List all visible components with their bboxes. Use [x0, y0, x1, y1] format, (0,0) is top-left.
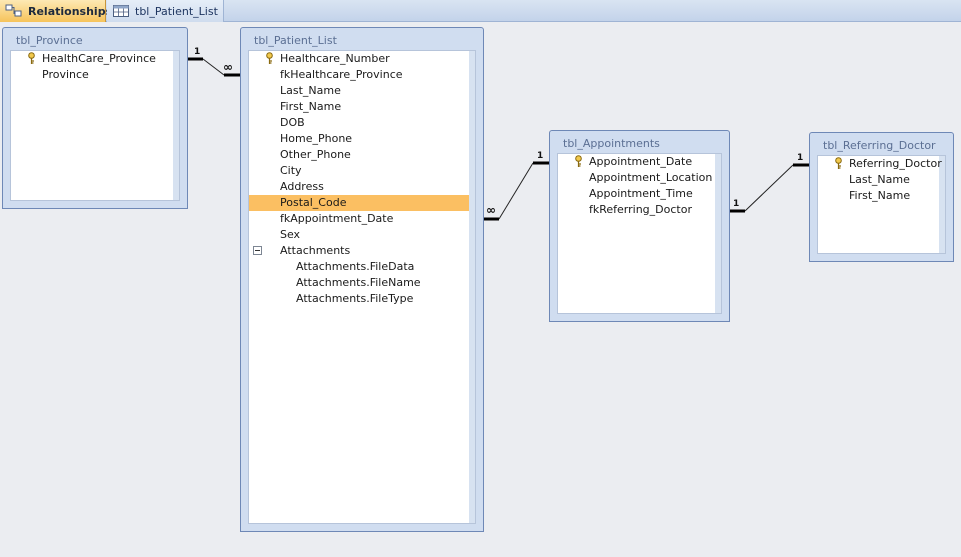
primary-key-icon — [835, 157, 842, 169]
table-icon — [113, 5, 129, 17]
table-title[interactable]: tbl_Patient_List — [246, 28, 478, 50]
field-list[interactable]: Appointment_Date Appointment_Location Ap… — [557, 153, 722, 314]
document-tab-bar: Relationships tbl_Patient_List — [0, 0, 961, 22]
cardinality-label: 1 — [194, 47, 201, 57]
cardinality-label: 1 — [797, 153, 804, 163]
field-row-attachments[interactable]: Attachments — [249, 243, 475, 259]
cardinality-label: ∞ — [223, 60, 233, 74]
field-row[interactable]: fkHealthcare_Province — [249, 67, 475, 83]
field-row[interactable]: fkAppointment_Date — [249, 211, 475, 227]
field-row-subfield[interactable]: Attachments.FileData — [249, 259, 475, 275]
field-row[interactable]: Last_Name — [249, 83, 475, 99]
field-row[interactable]: Sex — [249, 227, 475, 243]
table-window-province[interactable]: tbl_Province HealthCare_Province Provinc… — [2, 27, 188, 209]
field-row[interactable]: Healthcare_Number — [249, 51, 475, 67]
table-title[interactable]: tbl_Province — [8, 28, 182, 50]
field-row[interactable]: City — [249, 163, 475, 179]
field-row[interactable]: Other_Phone — [249, 147, 475, 163]
field-row[interactable]: Home_Phone — [249, 131, 475, 147]
field-row-selected[interactable]: Postal_Code — [249, 195, 469, 211]
field-row-subfield[interactable]: Attachments.FileName — [249, 275, 475, 291]
tab-tbl-patient-list[interactable]: tbl_Patient_List — [107, 0, 224, 22]
tab-tbl-patient-list-label: tbl_Patient_List — [135, 4, 218, 18]
field-row[interactable]: Appointment_Location — [558, 170, 721, 186]
field-list[interactable]: Healthcare_Number fkHealthcare_Province … — [248, 50, 476, 524]
table-window-referring-doctor[interactable]: tbl_Referring_Doctor Referring_Doctor La… — [809, 132, 954, 262]
field-list[interactable]: HealthCare_Province Province — [10, 50, 180, 201]
field-row[interactable]: Appointment_Time — [558, 186, 721, 202]
field-row[interactable]: fkReferring_Doctor — [558, 202, 721, 218]
cardinality-label: ∞ — [486, 203, 496, 217]
table-title[interactable]: tbl_Referring_Doctor — [815, 133, 948, 155]
cardinality-label: 1 — [733, 199, 740, 209]
field-row[interactable]: Appointment_Date — [558, 154, 721, 170]
field-row[interactable]: First_Name — [818, 188, 945, 204]
table-title[interactable]: tbl_Appointments — [555, 131, 724, 153]
field-row[interactable]: DOB — [249, 115, 475, 131]
field-list[interactable]: Referring_Doctor Last_Name First_Name — [817, 155, 946, 254]
primary-key-icon — [266, 52, 273, 64]
field-row[interactable]: Referring_Doctor — [818, 156, 945, 172]
relationships-icon — [5, 4, 22, 17]
field-row[interactable]: HealthCare_Province — [11, 51, 179, 67]
field-row[interactable]: First_Name — [249, 99, 475, 115]
tab-relationships-label: Relationships — [28, 4, 113, 18]
primary-key-icon — [28, 52, 35, 64]
primary-key-icon — [575, 155, 582, 167]
table-window-appointments[interactable]: tbl_Appointments Appointment_Date Appoin… — [549, 130, 730, 322]
collapse-toggle-icon[interactable] — [253, 246, 262, 255]
field-row[interactable]: Last_Name — [818, 172, 945, 188]
table-window-patient-list[interactable]: tbl_Patient_List Healthcare_Number fkHea… — [240, 27, 484, 532]
tab-relationships[interactable]: Relationships — [0, 0, 112, 22]
cardinality-label: 1 — [537, 151, 544, 161]
field-row-subfield[interactable]: Attachments.FileType — [249, 291, 475, 307]
field-row[interactable]: Address — [249, 179, 475, 195]
field-row[interactable]: Province — [11, 67, 179, 83]
